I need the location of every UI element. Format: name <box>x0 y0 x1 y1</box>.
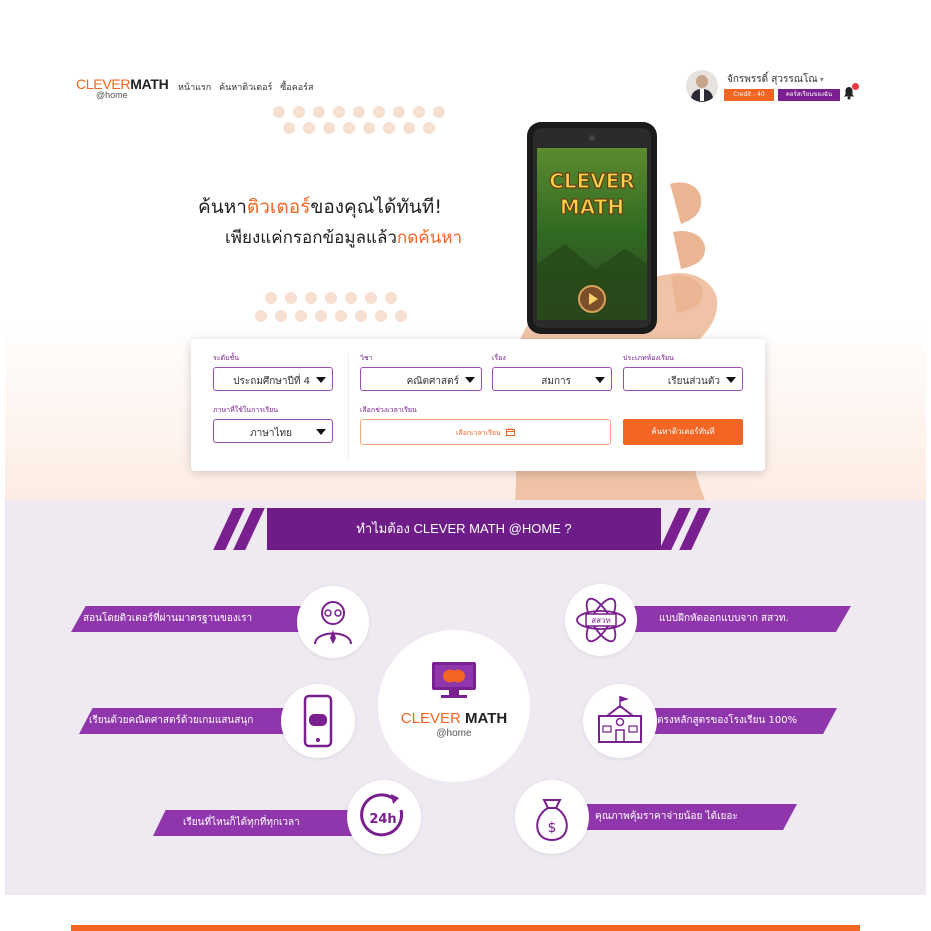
room-type-select[interactable]: เรียนส่วนตัว <box>623 367 743 391</box>
page: CLEVERMATH @home หน้าแรก ค้นหาติวเตอร์ ซ… <box>0 0 931 931</box>
my-courses-button[interactable]: คอร์สเรียนของฉัน <box>778 89 840 101</box>
room-type-label: ประเภทห้องเรียน <box>623 354 674 362</box>
caret-down-icon <box>316 377 326 383</box>
site-logo[interactable]: CLEVERMATH @home <box>76 76 169 106</box>
user-menu[interactable]: จักรพรรดิ์ สุวรรณโณ ▾ <box>727 72 824 87</box>
time-placeholder: เลือกเวลาเรียน <box>456 429 501 437</box>
time-label: เลือกช่วงเวลาเรียน <box>360 406 417 414</box>
svg-text:24h: 24h <box>369 812 396 827</box>
why-banner-title: ทำไมต้อง CLEVER MATH @HOME ? <box>267 508 661 550</box>
nav-home[interactable]: หน้าแรก <box>178 83 211 93</box>
subject-select[interactable]: คณิตศาสตร์ <box>360 367 482 391</box>
ipst-icon-circle: สสวท <box>565 584 637 656</box>
school-icon-circle <box>583 684 657 758</box>
nav-buy-course[interactable]: ซื้อคอร์ส <box>280 83 313 93</box>
feature-ribbon-certified-tutor: สอนโดยติวเตอร์ที่ผ่านมาตรฐานของเรา <box>71 606 315 632</box>
feature-ribbon-anywhere: เรียนที่ไหนก็ได้ทุกที่ทุกเวลา <box>153 810 363 836</box>
money-bag-icon: $ <box>536 799 568 842</box>
top-header: CLEVERMATH @home หน้าแรก ค้นหาติวเตอร์ ซ… <box>0 64 931 104</box>
hero-section: ค้นหาติวเตอร์ของคุณได้ทันที! เพียงแค่กรอ… <box>5 104 926 500</box>
notification-badge <box>852 83 859 90</box>
search-tutor-button[interactable]: ค้นหาติวเตอร์ทันที <box>623 419 743 445</box>
language-select[interactable]: ภาษาไทย <box>213 419 333 443</box>
svg-text:สสวท: สสวท <box>591 616 611 625</box>
topic-value: สมการ <box>541 376 571 387</box>
tutor-search-form: ระดับชั้น ประถมศึกษาปีที่ 4 วิชา คณิตศาส… <box>191 339 765 471</box>
divider <box>348 353 349 459</box>
center-logo-circle: CLEVER MATH @home <box>378 630 530 782</box>
tutor-icon-circle <box>297 586 369 658</box>
hero-title: ค้นหาติวเตอร์ของคุณได้ทันที! <box>198 196 442 218</box>
feature-ribbon-game-learning: เรียนด้วยคณิตศาสตร์ด้วยเกมแสนสนุก <box>79 708 305 734</box>
footer-orange-bar <box>71 925 860 931</box>
game-icon-circle <box>281 684 355 758</box>
time-picker-input[interactable]: เลือกเวลาเรียน <box>360 419 611 445</box>
chevron-down-icon: ▾ <box>819 75 824 84</box>
subject-label: วิชา <box>360 354 373 362</box>
topic-label: เรื่อง <box>492 354 506 362</box>
svg-text:CLEVER: CLEVER <box>549 169 635 193</box>
atom-icon: สสวท <box>576 597 626 643</box>
center-logo-sub: @home <box>436 728 472 739</box>
value-icon-circle: $ <box>515 780 589 854</box>
feature-ribbon-value: คุณภาพคุ้มราคาจ่ายน้อย ได้เยอะ <box>565 804 797 830</box>
why-section: ทำไมต้อง CLEVER MATH @HOME ? สอนโดยติวเต… <box>5 500 926 895</box>
caret-down-icon <box>316 429 326 435</box>
avatar[interactable] <box>686 70 718 102</box>
topic-select[interactable]: สมการ <box>492 367 612 391</box>
caret-down-icon <box>595 377 605 383</box>
svg-text:$: $ <box>548 820 557 836</box>
credit-badge[interactable]: Credit : 40 <box>724 89 774 101</box>
level-value: ประถมศึกษาปีที่ 4 <box>233 376 310 387</box>
main-nav: หน้าแรก ค้นหาติวเตอร์ ซื้อคอร์ส <box>178 80 318 94</box>
logo-subtitle: @home <box>96 90 128 100</box>
center-logo-text: CLEVER MATH <box>400 710 508 727</box>
logo-word-math: MATH <box>130 76 169 92</box>
school-icon <box>598 696 642 743</box>
room-type-value: เรียนส่วนตัว <box>667 376 720 387</box>
svg-text:MATH: MATH <box>560 195 624 219</box>
monitor-brain-icon <box>432 662 476 698</box>
caret-down-icon <box>465 377 475 383</box>
level-label: ระดับชั้น <box>213 354 240 362</box>
subject-value: คณิตศาสตร์ <box>406 376 459 387</box>
anytime-icon-circle: 24h <box>347 780 421 854</box>
hero-subtitle: เพียงแค่กรอกข้อมูลแล้วกดค้นหา <box>225 228 462 248</box>
clock-24h-icon: 24h <box>360 793 404 837</box>
mobile-game-icon <box>303 694 333 748</box>
caret-down-icon <box>726 377 736 383</box>
nav-find-tutor[interactable]: ค้นหาติวเตอร์ <box>219 83 272 93</box>
language-value: ภาษาไทย <box>250 428 292 439</box>
level-select[interactable]: ประถมศึกษาปีที่ 4 <box>213 367 333 391</box>
language-label: ภาษาที่ใช้ในการเรียน <box>213 406 279 414</box>
teacher-icon <box>314 601 352 645</box>
calendar-icon <box>505 428 515 436</box>
user-name: จักรพรรดิ์ สุวรรณโณ <box>727 74 818 85</box>
